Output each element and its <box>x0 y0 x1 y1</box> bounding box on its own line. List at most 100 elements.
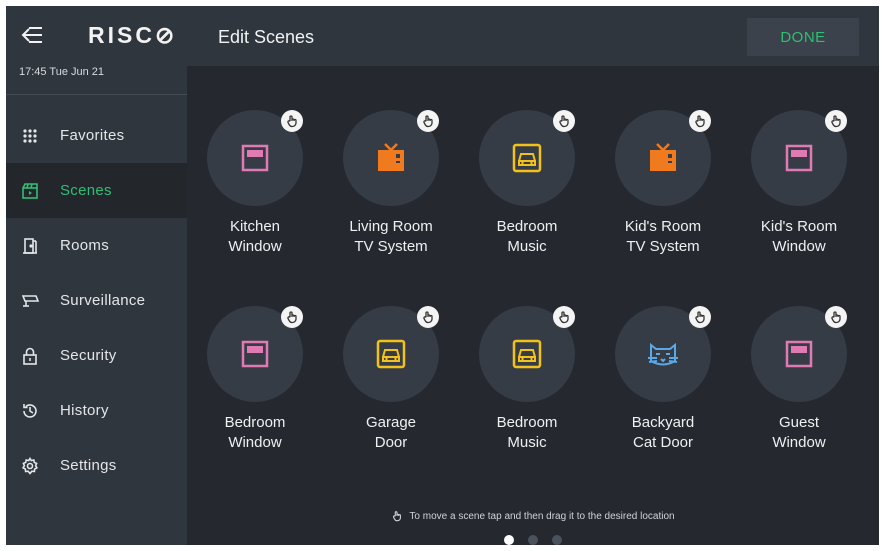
logo-mark: ⊘ <box>154 22 178 48</box>
scene-label-line2: Music <box>507 434 547 451</box>
scene-tile[interactable]: Backyard Cat Door <box>595 262 731 451</box>
garage-icon <box>374 337 408 371</box>
garage-icon <box>510 141 544 175</box>
sidebar-item-favorites[interactable]: Favorites <box>6 108 187 163</box>
scene-label-line2: Music <box>507 238 547 255</box>
page-dot[interactable] <box>552 535 562 545</box>
tv-icon <box>374 141 408 175</box>
sidebar-header: RISC⊘ 17:45 Tue Jun 21 <box>6 6 187 95</box>
page-indicator <box>187 535 879 545</box>
scene-label-line2: Cat Door <box>632 434 694 451</box>
history-icon <box>21 402 39 420</box>
scene-label: Backyard Cat Door <box>595 413 731 453</box>
scene-label-line2: Window <box>228 238 282 255</box>
scene-label-line2: TV System <box>354 238 428 255</box>
window-icon <box>782 141 816 175</box>
drag-hint-text: To move a scene tap and then drag it to … <box>409 510 675 522</box>
drag-handle-icon[interactable] <box>689 110 711 132</box>
sidebar-item-label: History <box>60 402 109 419</box>
page-dot[interactable] <box>504 535 514 545</box>
door-icon <box>21 237 39 255</box>
scene-tile[interactable]: Kitchen Window <box>187 66 323 255</box>
scene-label-line1: Kitchen <box>229 218 281 235</box>
scene-label-line2: TV System <box>626 238 700 255</box>
app-window: RISC⊘ 17:45 Tue Jun 21 Favorites Scenes … <box>6 6 879 545</box>
sidebar-item-label: Security <box>60 347 117 364</box>
sidebar-item-label: Rooms <box>60 237 110 254</box>
scene-label-line1: Bedroom <box>496 414 558 431</box>
scene-label-line2: Window <box>228 434 282 451</box>
sidebar-item-surveillance[interactable]: Surveillance <box>6 273 187 328</box>
cat-icon <box>646 337 680 371</box>
scene-tile[interactable]: Bedroom Window <box>187 262 323 451</box>
sidebar-item-label: Scenes <box>60 182 112 199</box>
drag-hint: To move a scene tap and then drag it to … <box>187 510 879 522</box>
scene-label-line1: Living Room <box>349 218 433 235</box>
sidebar-item-history[interactable]: History <box>6 383 187 438</box>
sidebar-item-security[interactable]: Security <box>6 328 187 383</box>
drag-handle-icon[interactable] <box>553 110 575 132</box>
scene-label-line1: Kid's Room <box>760 218 838 235</box>
scene-label: Bedroom Music <box>459 217 595 257</box>
scene-label-line1: Bedroom <box>224 414 286 431</box>
scene-label-line2: Door <box>374 434 408 451</box>
scene-label: Living Room TV System <box>323 217 459 257</box>
scene-label-line2: Window <box>772 238 826 255</box>
scene-tile[interactable]: Garage Door <box>323 262 459 451</box>
page-title: Edit Scenes <box>218 27 315 47</box>
scene-tile[interactable]: Bedroom Music <box>459 262 595 451</box>
scene-label: Kid's Room Window <box>731 217 867 257</box>
drag-handle-icon[interactable] <box>825 110 847 132</box>
sidebar-item-settings[interactable]: Settings <box>6 438 187 493</box>
drag-handle-icon[interactable] <box>553 306 575 328</box>
scene-tile[interactable]: Kid's Room TV System <box>595 66 731 255</box>
drag-handle-icon[interactable] <box>281 110 303 132</box>
window-icon <box>238 141 272 175</box>
done-button[interactable]: DONE <box>747 18 859 56</box>
scene-tile[interactable]: Guest Window <box>731 262 867 451</box>
logo-text: RISC <box>88 22 155 48</box>
sidebar-item-label: Settings <box>60 457 117 474</box>
lock-icon <box>21 347 39 365</box>
camera-icon <box>21 292 39 310</box>
scene-grid: Kitchen Window Living Room TV System Bedro… <box>187 66 879 486</box>
drag-handle-icon[interactable] <box>281 306 303 328</box>
scene-label: Bedroom Window <box>187 413 323 453</box>
back-arrow-icon[interactable] <box>20 24 46 46</box>
drag-handle-icon[interactable] <box>417 306 439 328</box>
sidebar-item-scenes[interactable]: Scenes <box>6 163 187 218</box>
scene-label: Bedroom Music <box>459 413 595 453</box>
gear-icon <box>21 456 39 475</box>
scene-label: Kid's Room TV System <box>595 217 731 257</box>
scene-tile[interactable]: Living Room TV System <box>323 66 459 255</box>
drag-handle-icon[interactable] <box>417 110 439 132</box>
scene-label-line1: Garage <box>365 414 417 431</box>
window-icon <box>782 337 816 371</box>
window-icon <box>238 337 272 371</box>
scene-label: Garage Door <box>323 413 459 453</box>
top-bar: Edit Scenes DONE <box>187 6 879 66</box>
sidebar-nav: Favorites Scenes Rooms Surveillance Secu… <box>6 108 187 493</box>
sidebar-item-label: Surveillance <box>60 292 146 309</box>
tv-icon <box>646 141 680 175</box>
clock-datetime: 17:45 Tue Jun 21 <box>19 66 105 78</box>
scene-label-line1: Backyard <box>631 414 695 431</box>
sidebar: RISC⊘ 17:45 Tue Jun 21 Favorites Scenes … <box>6 6 187 545</box>
scene-label-line1: Guest <box>778 414 820 431</box>
sidebar-item-label: Favorites <box>60 127 125 144</box>
drag-handle-icon[interactable] <box>689 306 711 328</box>
scene-label-line2: Window <box>772 434 826 451</box>
scene-tile[interactable]: Kid's Room Window <box>731 66 867 255</box>
garage-icon <box>510 337 544 371</box>
hand-tap-icon <box>391 510 403 522</box>
risco-logo: RISC⊘ <box>88 22 177 49</box>
drag-handle-icon[interactable] <box>825 306 847 328</box>
scene-tile[interactable]: Bedroom Music <box>459 66 595 255</box>
scene-label: Kitchen Window <box>187 217 323 257</box>
page-dot[interactable] <box>528 535 538 545</box>
scene-label-line1: Kid's Room <box>624 218 702 235</box>
scene-label: Guest Window <box>731 413 867 453</box>
sidebar-item-rooms[interactable]: Rooms <box>6 218 187 273</box>
grid-icon <box>21 127 39 145</box>
clapperboard-icon <box>21 182 39 200</box>
